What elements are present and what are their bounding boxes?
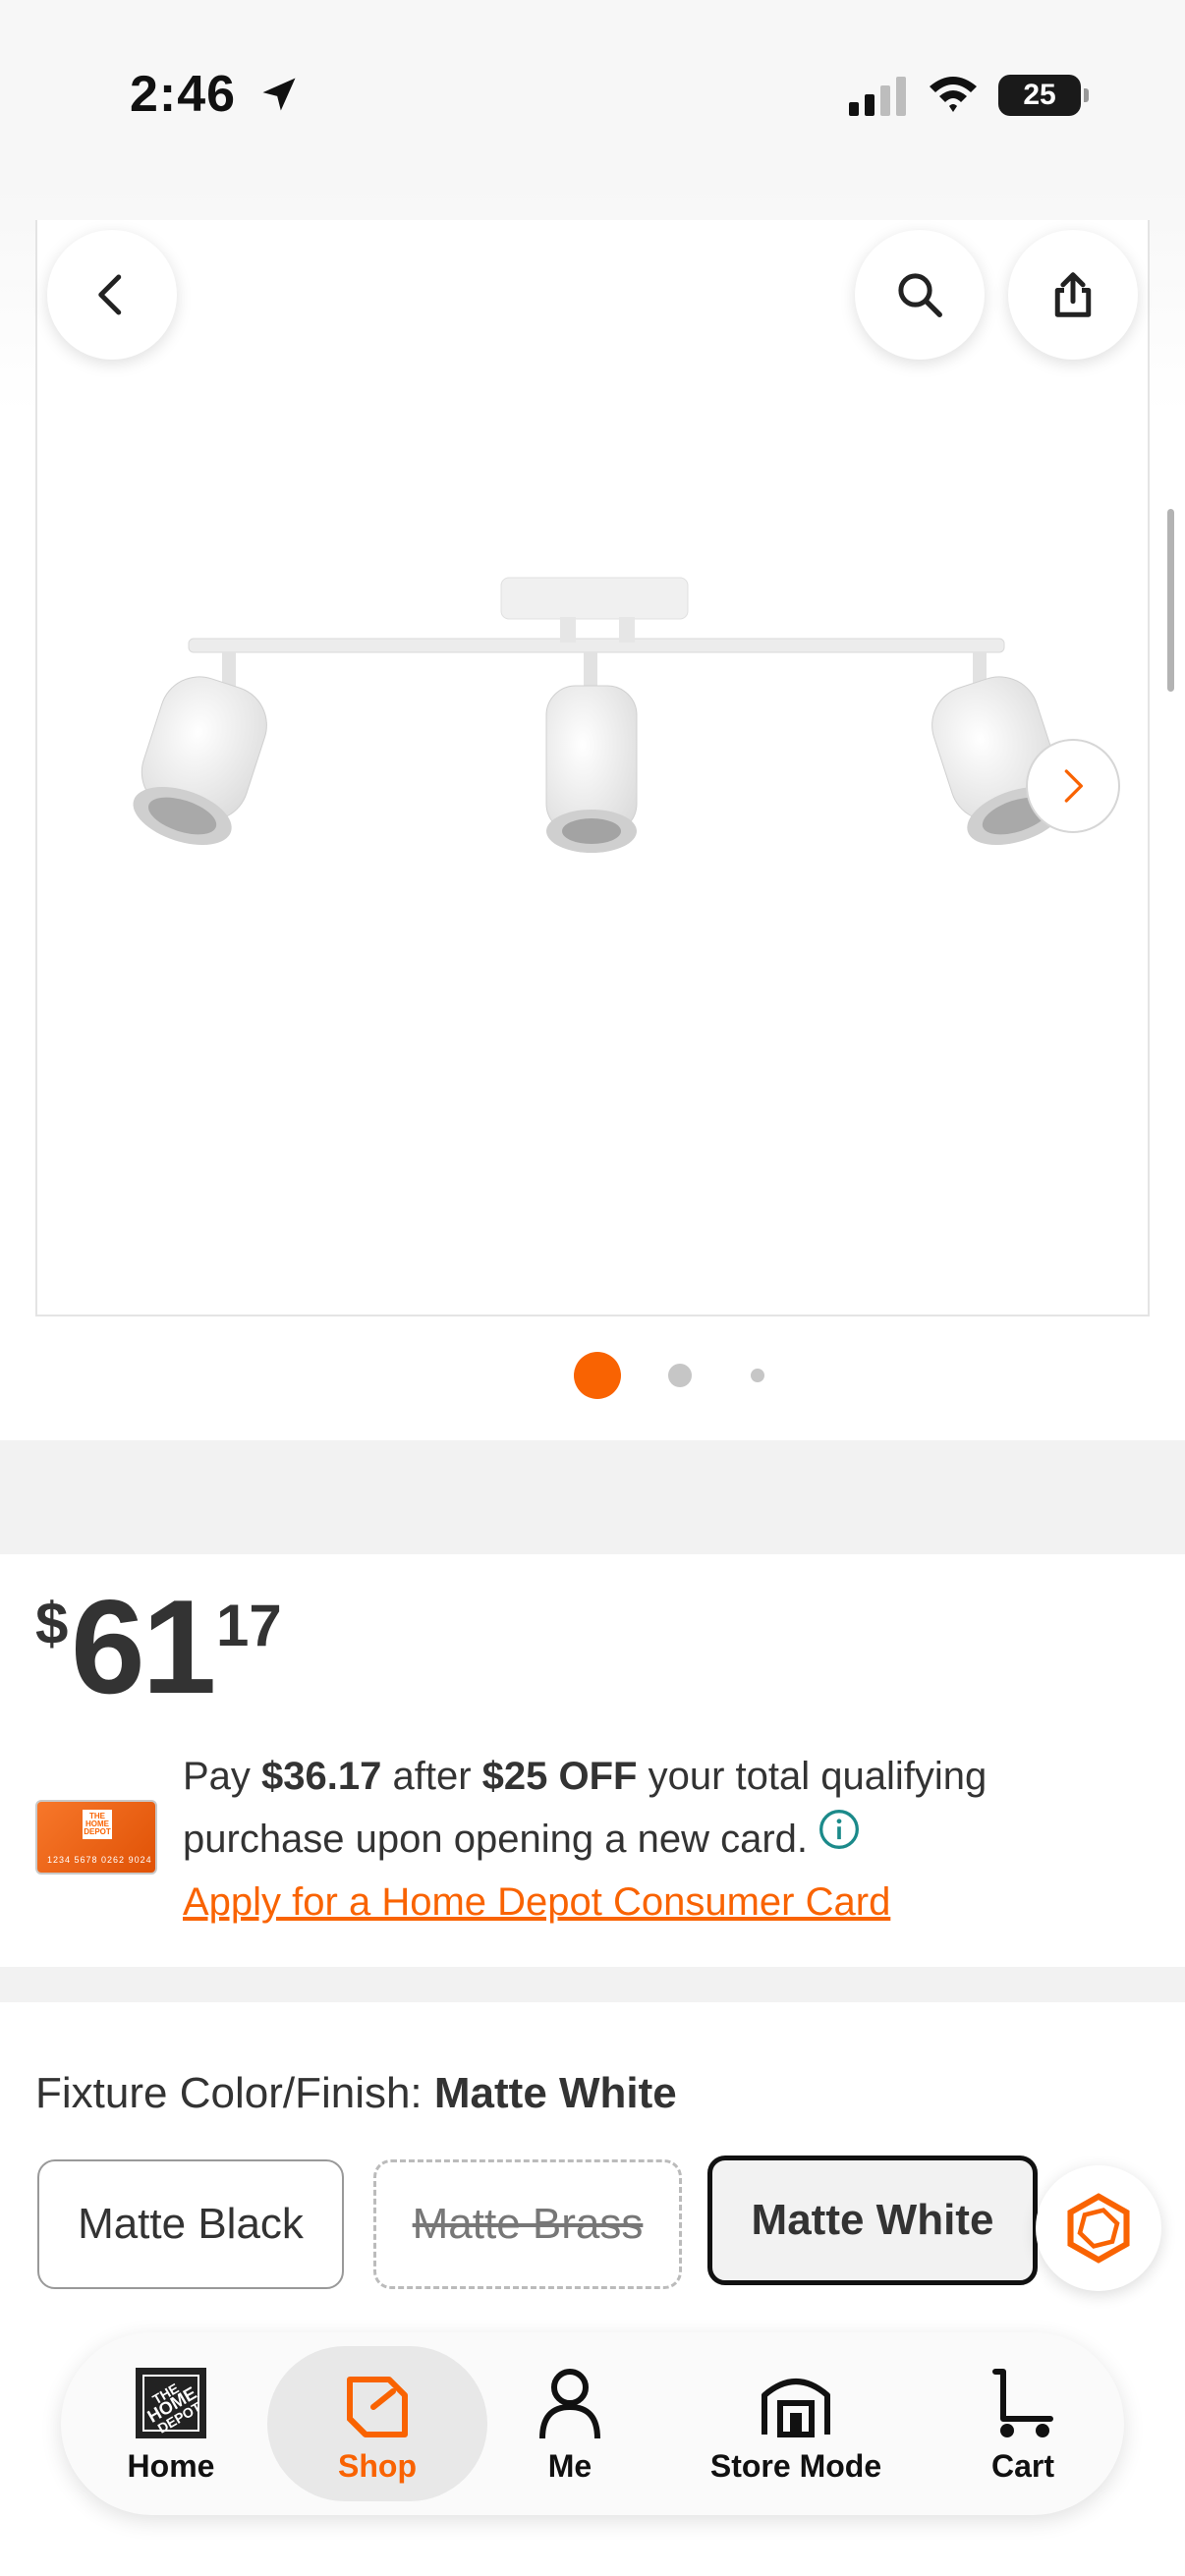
nav-shop-label: Shop — [338, 2447, 417, 2484]
nav-shop[interactable]: Shop — [267, 2346, 487, 2501]
home-depot-logo: THE HOME DEPOT — [83, 1810, 112, 1839]
nav-cart-label: Cart — [990, 2447, 1054, 2484]
chat-assistant-button[interactable] — [1036, 2165, 1161, 2291]
status-bar: 2:46 25 — [0, 0, 1185, 187]
price-currency: $ — [35, 1591, 69, 1656]
gallery-dot[interactable] — [751, 1369, 764, 1382]
consumer-card-image: THE HOME DEPOT 1234 5678 0262 9024 — [35, 1800, 157, 1875]
selected-color: Matte White — [433, 2069, 677, 2117]
nav-me[interactable]: Me — [497, 2346, 643, 2501]
nav-me-label: Me — [547, 2447, 592, 2484]
hexagon-chat-icon — [1067, 2193, 1130, 2264]
price-cents: 17 — [216, 1593, 282, 1658]
section-divider — [0, 1967, 1185, 2002]
card-number: 1234 5678 0262 9024 — [47, 1855, 152, 1865]
promo-pay-amount: $36.17 — [261, 1755, 382, 1798]
search-icon — [898, 273, 942, 317]
cellular-signal-icon — [849, 77, 906, 116]
store-icon — [762, 2378, 830, 2437]
cart-icon — [992, 2368, 1053, 2437]
next-image-button[interactable] — [1026, 739, 1120, 833]
nav-cart[interactable]: Cart — [949, 2346, 1097, 2501]
chevron-right-icon — [1064, 769, 1083, 803]
wifi-icon — [930, 77, 977, 112]
share-icon — [1054, 272, 1092, 317]
nav-store-mode[interactable]: Store Mode — [666, 2346, 926, 2501]
scroll-indicator — [1167, 509, 1174, 692]
gallery-dot-active[interactable] — [574, 1352, 621, 1399]
share-button[interactable] — [1008, 230, 1138, 360]
option-matte-white-selected[interactable]: Matte White — [707, 2156, 1038, 2285]
nav-store-mode-label: Store Mode — [709, 2447, 882, 2484]
battery-level: 25 — [1023, 79, 1056, 111]
nav-home[interactable]: THE HOME DEPOT Home — [85, 2346, 257, 2501]
status-time: 2:46 — [130, 66, 237, 123]
option-matte-brass-unavailable[interactable]: Matte Brass — [373, 2159, 682, 2289]
gallery-dot[interactable] — [668, 1364, 692, 1387]
card-promo-text: Pay $36.17 after $25 OFF your total qual… — [183, 1755, 988, 1861]
promo-discount: $25 OFF — [481, 1755, 638, 1798]
shop-tag-icon — [347, 2376, 408, 2437]
section-divider — [0, 1440, 1185, 1554]
home-depot-logo-icon: THE HOME DEPOT — [136, 2367, 206, 2438]
search-button[interactable] — [855, 230, 985, 360]
back-button[interactable] — [47, 230, 177, 360]
price-dollars: 61 — [71, 1572, 216, 1721]
apply-card-link[interactable]: Apply for a Home Depot Consumer Card — [183, 1871, 890, 1933]
location-arrow-icon — [262, 78, 296, 111]
option-matte-black[interactable]: Matte Black — [37, 2159, 344, 2289]
chevron-left-icon — [98, 274, 122, 315]
nav-home-label: Home — [127, 2447, 215, 2484]
fixture-color-label: Fixture Color/Finish: Matte White — [35, 2069, 677, 2117]
info-icon[interactable] — [818, 1808, 861, 1851]
bottom-navigation: THE HOME DEPOT Home Shop Me Store Mode C… — [61, 2332, 1124, 2515]
battery-icon: 25 — [998, 75, 1089, 116]
track-light-product-image — [133, 577, 1066, 853]
person-icon — [539, 2368, 600, 2438]
